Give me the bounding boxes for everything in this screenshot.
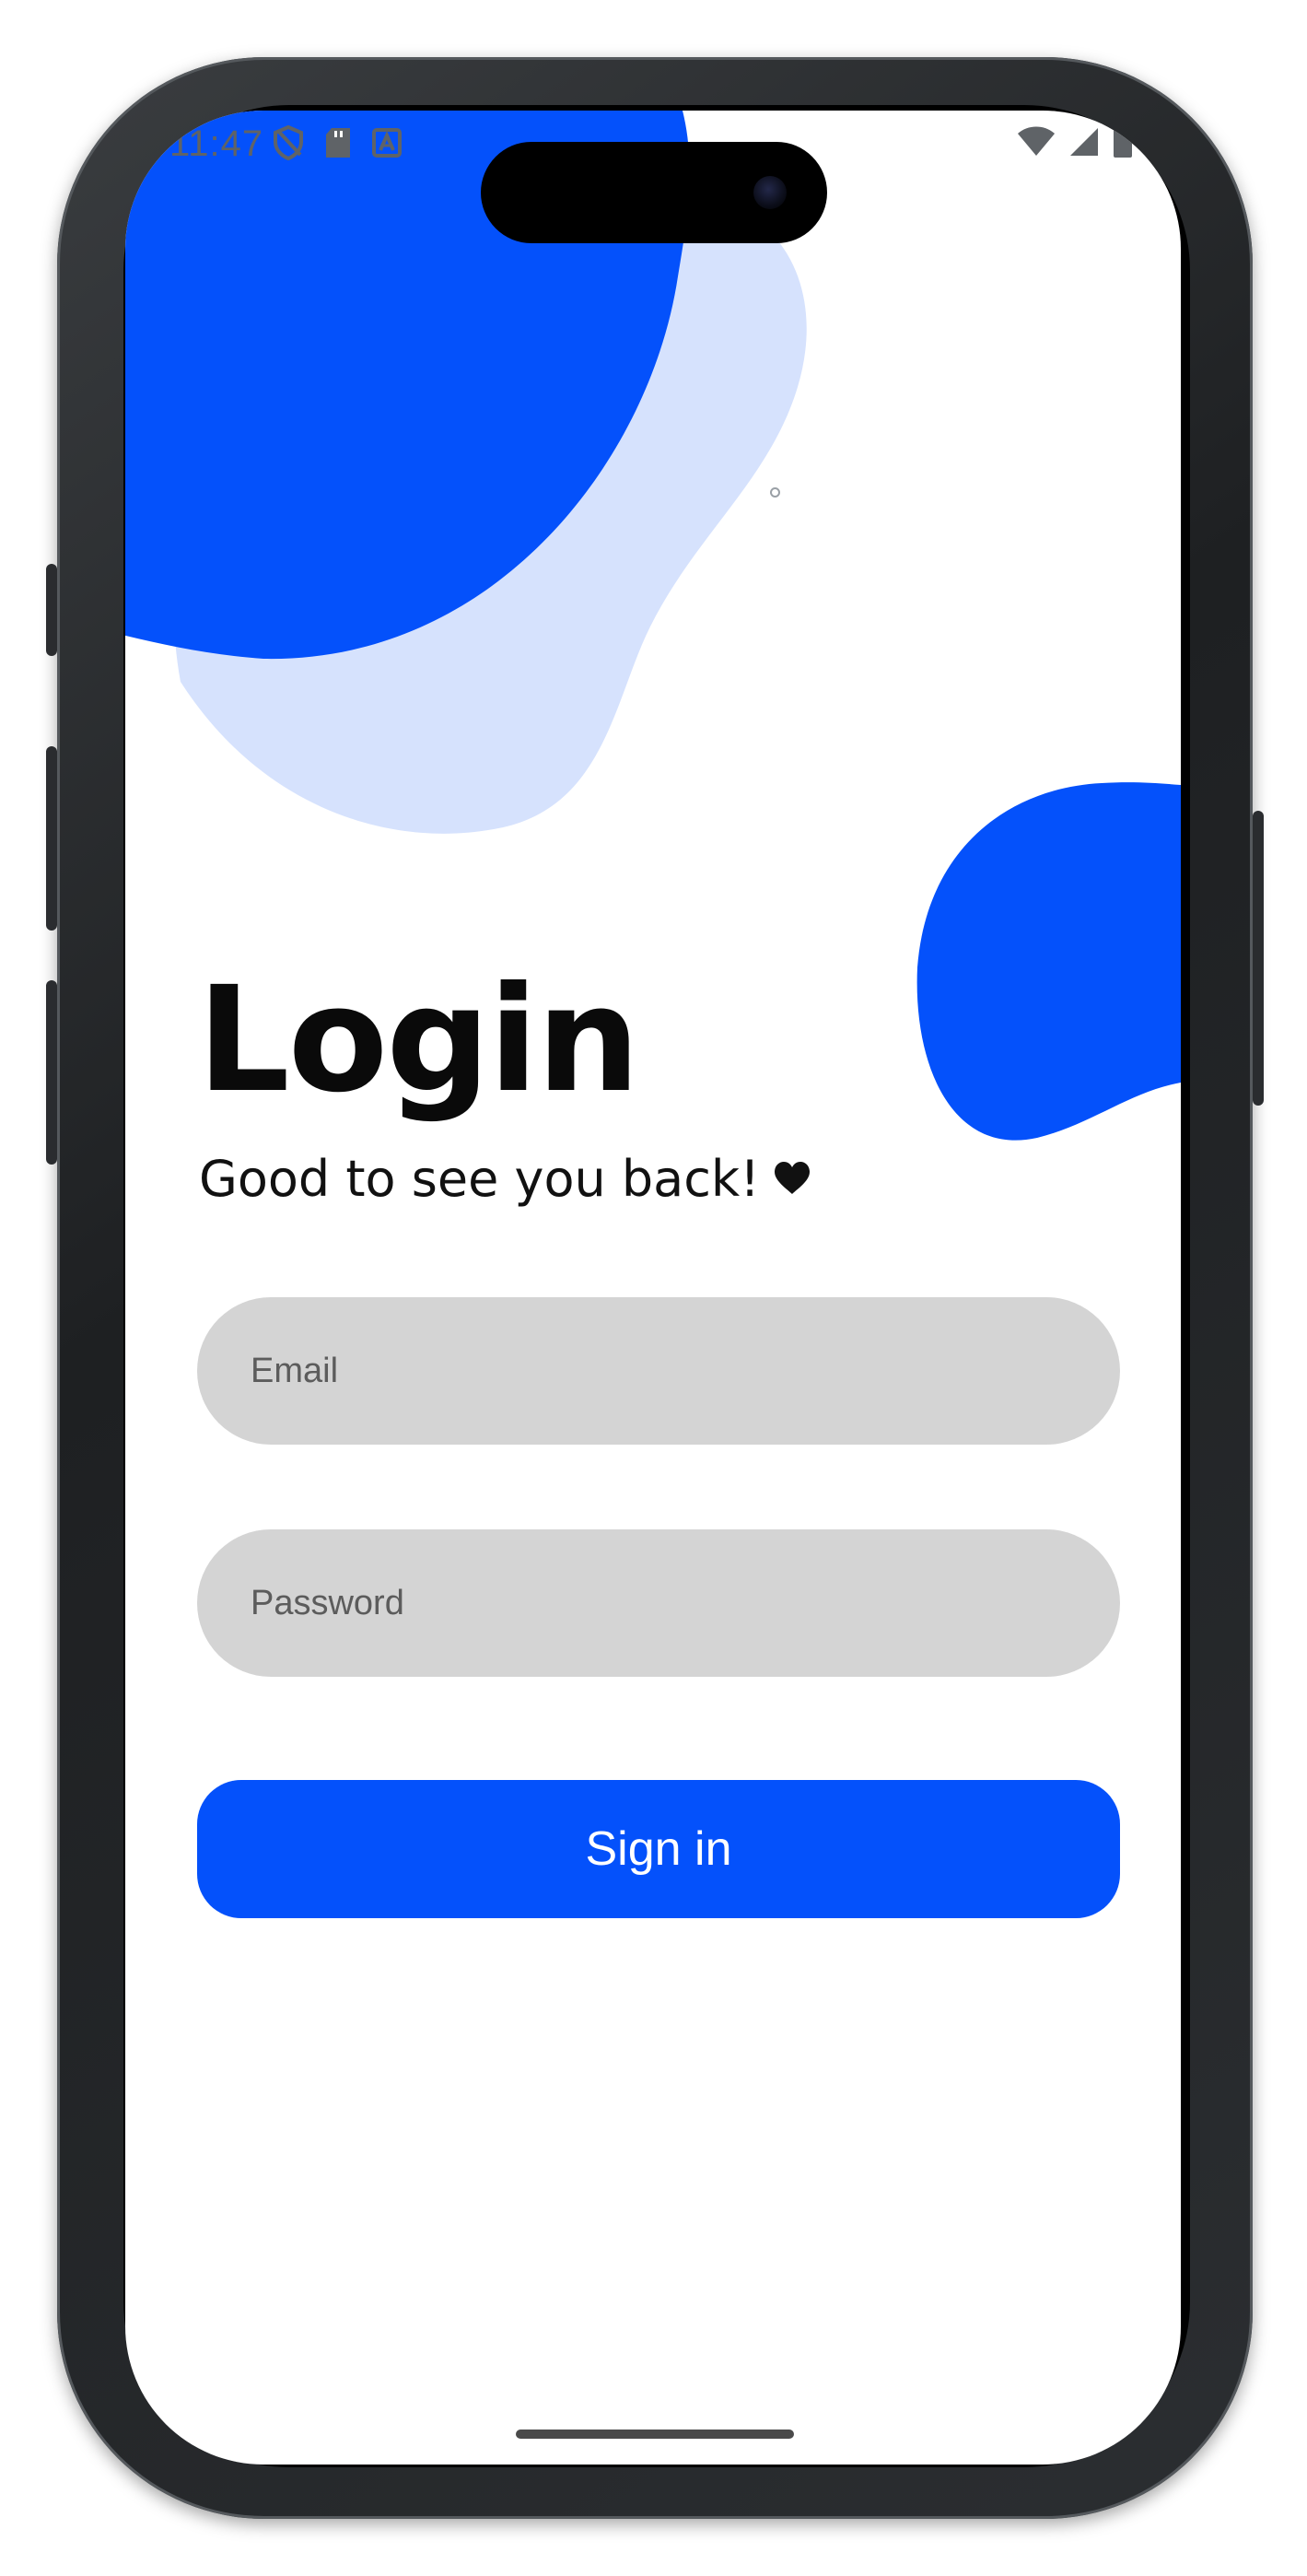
background-blobs <box>125 111 1181 1141</box>
app-screen: 11:47 Login Good to see you back! Email … <box>125 111 1181 2465</box>
page-title: Login <box>197 955 640 1125</box>
status-left-icons <box>273 124 402 165</box>
front-camera-icon <box>753 176 787 209</box>
shield-icon <box>273 124 304 165</box>
right-blue-blob <box>916 782 1181 1141</box>
power-button <box>1253 811 1264 1106</box>
status-time: 11:47 <box>169 123 264 164</box>
subtitle-text: Good to see you back! <box>199 1150 760 1208</box>
signal-icon <box>1068 126 1100 162</box>
sd-card-icon <box>324 126 352 164</box>
sign-in-button[interactable]: Sign in <box>197 1780 1120 1918</box>
volume-up-button <box>46 746 57 931</box>
action-button <box>46 564 57 656</box>
heart-icon <box>773 1150 811 1208</box>
device-mockup: 11:47 Login Good to see you back! Email … <box>0 0 1307 2576</box>
status-right-icons <box>1017 125 1133 163</box>
welcome-subtitle: Good to see you back! <box>199 1150 811 1208</box>
app-store-icon <box>372 128 402 162</box>
wifi-icon <box>1017 126 1056 162</box>
volume-down-button <box>46 980 57 1165</box>
home-indicator[interactable] <box>516 2430 794 2439</box>
dynamic-island <box>481 142 827 243</box>
battery-icon <box>1113 125 1133 163</box>
password-input[interactable] <box>197 1529 1120 1677</box>
decorative-dot <box>770 487 780 498</box>
email-input[interactable] <box>197 1297 1120 1445</box>
